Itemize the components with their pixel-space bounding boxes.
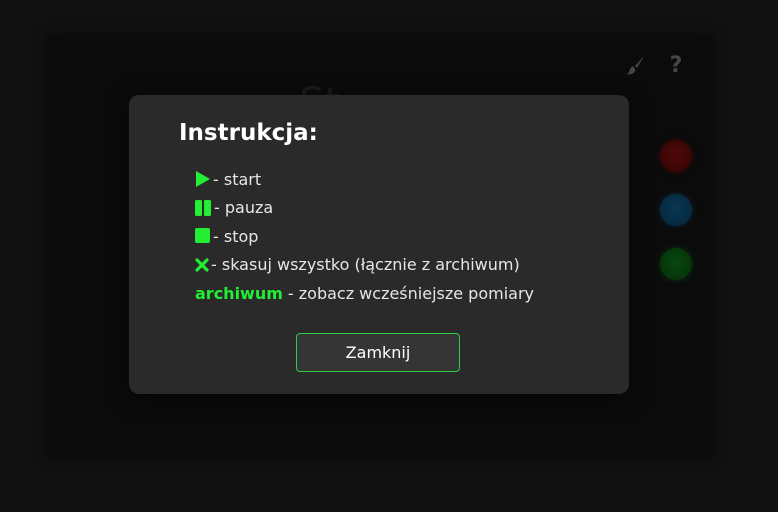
close-x-icon — [195, 258, 209, 272]
play-icon — [195, 170, 211, 188]
list-item-start: - start — [195, 165, 534, 194]
instruction-text: - skasuj wszystko (łącznie z archiwum) — [211, 255, 520, 275]
list-item-pause: - pauza — [195, 194, 534, 223]
stop-icon — [195, 228, 211, 244]
instructions-list: - start - pauza - stop - skasuj wszystko… — [195, 165, 534, 308]
instruction-text: - pauza — [214, 198, 274, 218]
list-item-delete-all: - skasuj wszystko (łącznie z archiwum) — [195, 251, 534, 280]
pause-icon — [195, 199, 212, 216]
instruction-text: - start — [213, 169, 262, 189]
instruction-text: - stop — [213, 226, 259, 246]
instructions-dialog: Instrukcja: - start - pauza - stop - ska… — [129, 95, 629, 394]
dialog-title: Instrukcja: — [179, 120, 318, 146]
list-item-archive: archiwum - zobacz wcześniejsze pomiary — [195, 279, 534, 308]
close-button[interactable]: Zamknij — [296, 333, 460, 372]
list-item-stop: - stop — [195, 222, 534, 251]
instruction-text: - zobacz wcześniejsze pomiary — [287, 283, 535, 303]
archive-keyword: archiwum — [195, 283, 283, 303]
